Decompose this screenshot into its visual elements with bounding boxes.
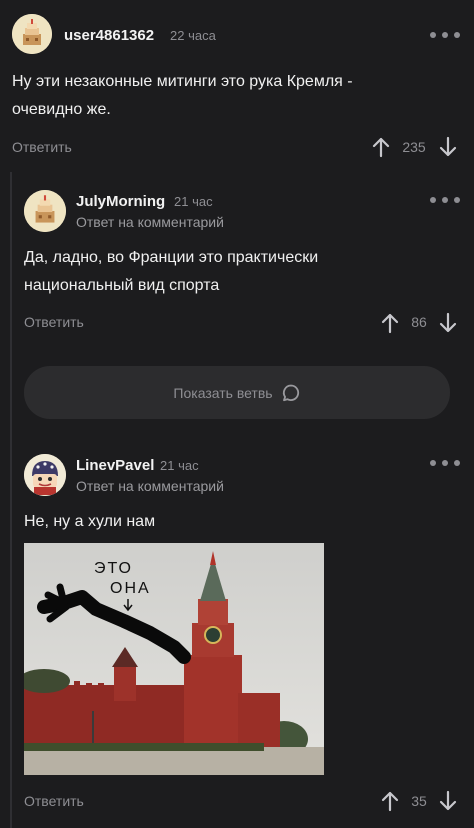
reply-button[interactable]: Ответить: [24, 314, 84, 330]
kremlin-photo: ЭТО ОНА: [24, 543, 324, 775]
arrow-down-icon[interactable]: [438, 790, 458, 812]
cake-avatar-icon: [24, 190, 66, 232]
comment-text-line: Ну эти незаконные митинги это рука Кремл…: [12, 73, 353, 90]
comment-username[interactable]: LinevPavel: [76, 457, 154, 474]
more-dots-icon[interactable]: [430, 32, 460, 40]
avatar[interactable]: [12, 14, 52, 54]
more-dots-icon[interactable]: [430, 460, 460, 468]
more-dots-icon[interactable]: [430, 197, 460, 205]
cartoon-face-avatar-icon: [24, 454, 66, 496]
show-branch-label: Показать ветвь: [173, 384, 273, 401]
arrow-down-icon[interactable]: [438, 136, 458, 158]
image-caption-line: ОНА: [110, 580, 151, 597]
thread-line: [10, 172, 12, 828]
cake-avatar-icon: [12, 14, 52, 54]
comment-text-line: очевидно же.: [12, 101, 111, 118]
avatar[interactable]: [24, 190, 66, 232]
arrow-down-icon[interactable]: [438, 312, 458, 334]
comment-username[interactable]: JulyMorning: [76, 193, 165, 210]
reply-button[interactable]: Ответить: [24, 793, 84, 809]
arrow-up-icon[interactable]: [380, 312, 400, 334]
comment-text-line: Не, ну а хули нам: [24, 513, 156, 530]
comment-text-line: национальный вид спорта: [24, 277, 220, 294]
attached-image[interactable]: ЭТО ОНА: [24, 543, 324, 775]
arrow-up-icon[interactable]: [380, 790, 400, 812]
score: 35: [411, 793, 427, 809]
comment-username[interactable]: user4861362: [64, 27, 154, 44]
comment-time: 21 час: [174, 194, 213, 209]
comment-text: Да, ладно, во Франции это практически на…: [24, 244, 318, 300]
speech-bubble-icon: [282, 384, 299, 401]
avatar[interactable]: [24, 454, 66, 496]
arrow-up-icon[interactable]: [371, 136, 391, 158]
comment-text: Ну эти незаконные митинги это рука Кремл…: [12, 68, 353, 124]
comment-time: 21 час: [160, 458, 199, 473]
reply-to-label: Ответ на комментарий: [76, 214, 224, 230]
score: 235: [402, 139, 426, 155]
image-caption-line: ЭТО: [94, 560, 133, 577]
comment-text-line: Да, ладно, во Франции это практически: [24, 249, 319, 266]
comment-time: 22 часа: [170, 28, 216, 43]
show-branch-button[interactable]: Показать ветвь: [24, 366, 450, 419]
reply-to-label: Ответ на комментарий: [76, 478, 224, 494]
comment-text: Не, ну а хули нам: [24, 508, 155, 536]
reply-button[interactable]: Ответить: [12, 139, 72, 155]
score: 86: [411, 314, 427, 330]
